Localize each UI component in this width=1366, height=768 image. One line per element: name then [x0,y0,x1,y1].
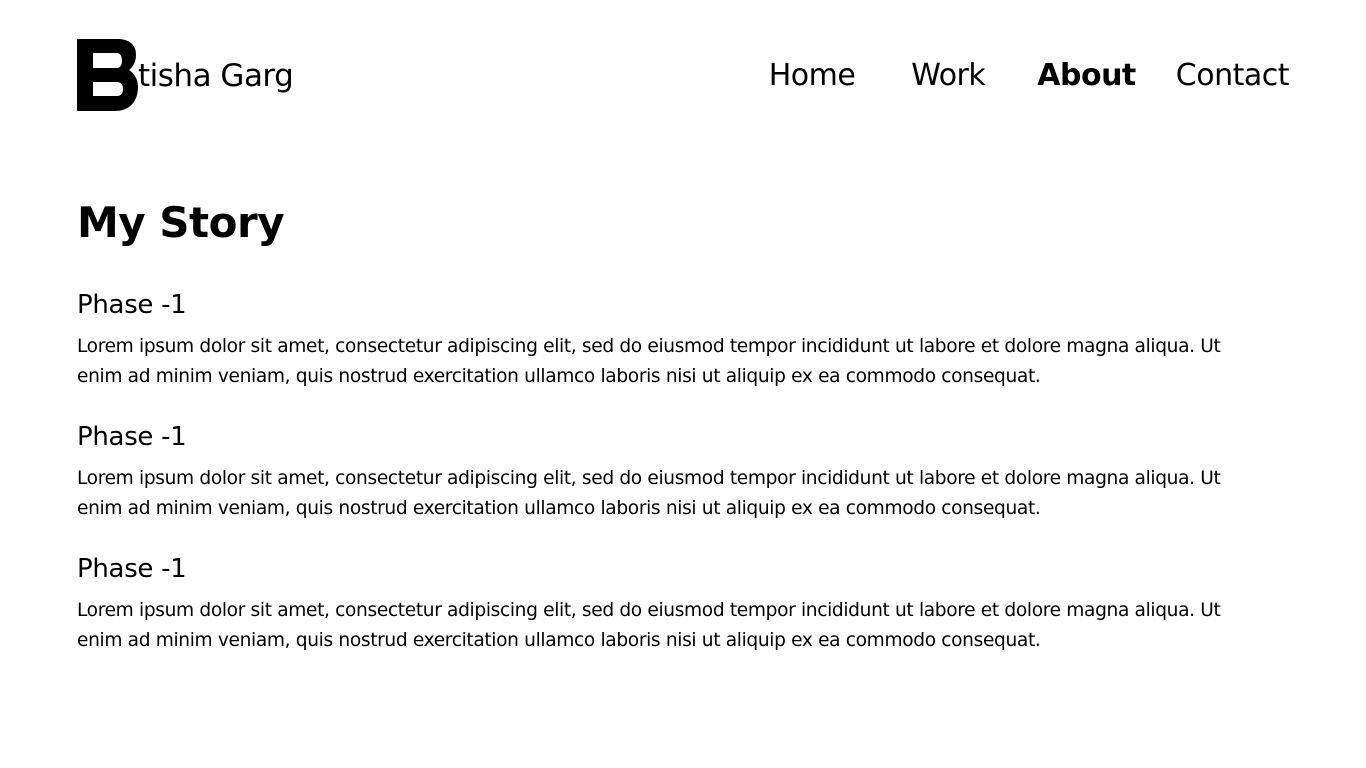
brand-name: tisha Garg [138,57,294,94]
section-body: Lorem ipsum dolor sit amet, consectetur … [77,336,1221,387]
story-section: Phase -1 Lorem ipsum dolor sit amet, con… [77,422,1277,524]
story-sections: Phase -1 Lorem ipsum dolor sit amet, con… [77,290,1277,656]
section-title: Phase -1 [77,290,187,320]
section-title: Phase -1 [77,422,187,452]
story-section: Phase -1 Lorem ipsum dolor sit amet, con… [77,290,1277,392]
brand-logo-link[interactable]: tisha Garg [77,39,294,111]
brand-logo-icon [77,39,138,111]
main-nav: Home Work About Contact [769,56,1290,96]
story-section: Phase -1 Lorem ipsum dolor sit amet, con… [77,554,1277,656]
page-title: My Story [77,198,285,247]
nav-item-about[interactable]: About [1037,56,1136,96]
section-body: Lorem ipsum dolor sit amet, consectetur … [77,600,1221,651]
nav-item-work[interactable]: Work [911,56,985,96]
main-content: My Story Phase -1 Lorem ipsum dolor sit … [77,196,1277,686]
section-title: Phase -1 [77,554,187,584]
section-body: Lorem ipsum dolor sit amet, consectetur … [77,468,1221,519]
nav-item-contact[interactable]: Contact [1176,56,1290,96]
nav-item-home[interactable]: Home [769,56,856,96]
site-header: tisha Garg Home Work About Contact [0,0,1366,150]
